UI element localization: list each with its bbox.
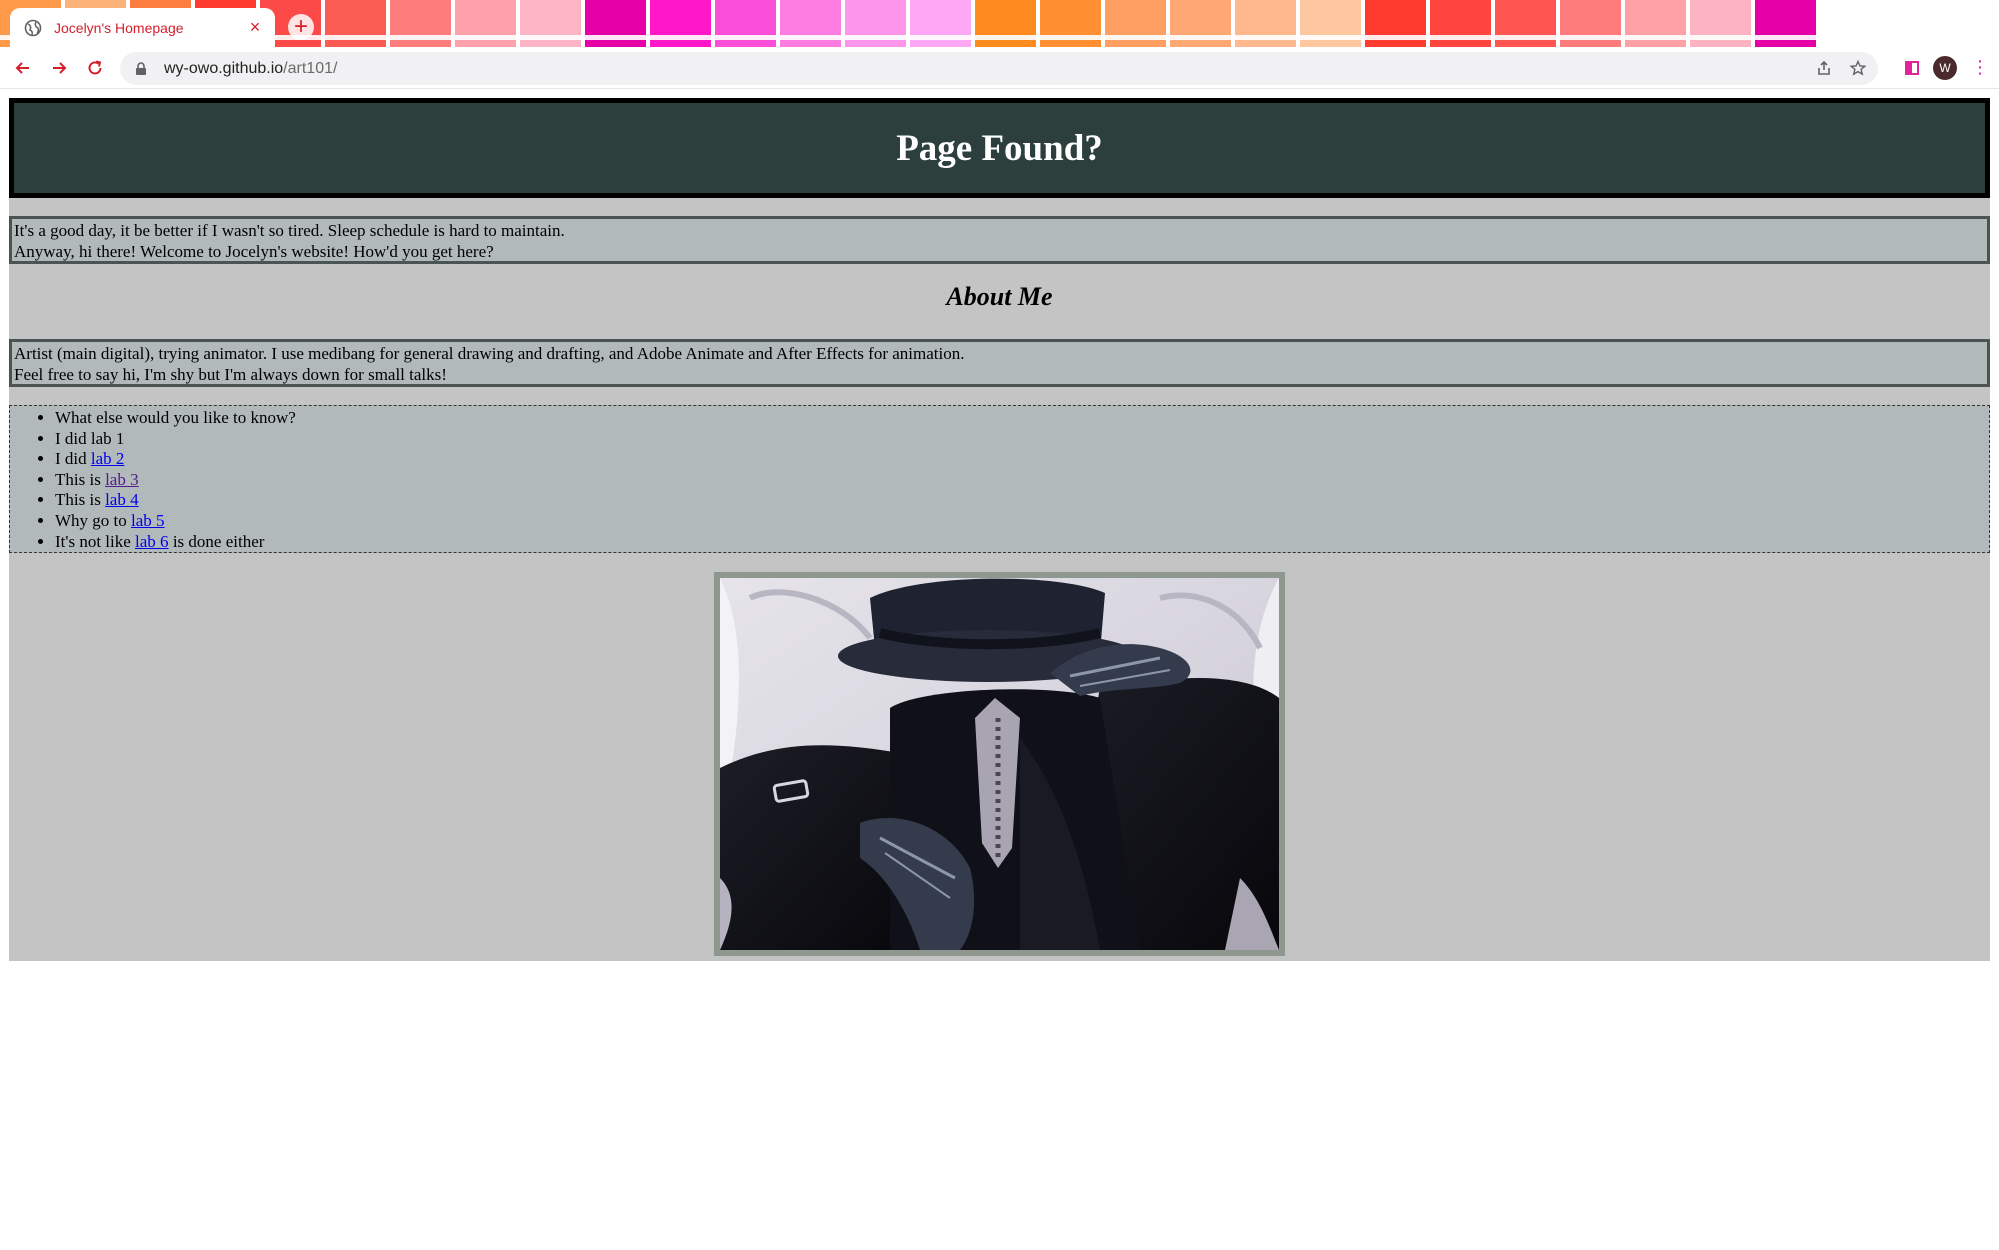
url-path: /art101/: [283, 59, 338, 77]
list-item: This is lab 3: [55, 470, 1989, 491]
about-line-2: Feel free to say hi, I'm shy but I'm alw…: [14, 364, 447, 384]
list-item: This is lab 4: [55, 490, 1989, 511]
theme-swatch: [585, 0, 650, 47]
about-line-1: Artist (main digital), trying animator. …: [14, 344, 965, 363]
about-heading: About Me: [946, 282, 1053, 311]
about-box: Artist (main digital), trying animator. …: [9, 339, 1990, 387]
lab-link[interactable]: lab 5: [131, 511, 165, 530]
page-body: Page Found? It's a good day, it be bette…: [9, 98, 1990, 961]
page-title: Page Found?: [896, 127, 1103, 169]
tab-search-icon[interactable]: ⌄: [1960, 14, 1986, 40]
list-item: Why go to lab 5: [55, 511, 1989, 532]
tab-title: Jocelyn's Homepage: [54, 19, 184, 36]
list-item-text-after: is done either: [168, 531, 265, 551]
theme-swatch: [1625, 0, 1690, 47]
theme-swatch: [1105, 0, 1170, 47]
tab-strip: Jocelyn's Homepage × + ⌄: [0, 0, 1999, 47]
theme-swatch: [1690, 0, 1755, 47]
list-item-text: Why go to: [55, 510, 132, 530]
list-item: I did lab 1: [55, 429, 1989, 450]
intro-box: It's a good day, it be better if I wasn'…: [9, 216, 1990, 264]
lock-icon[interactable]: [134, 61, 148, 76]
theme-swatch: [1300, 0, 1365, 47]
list-item-text: I did: [55, 449, 91, 469]
lab-link[interactable]: lab 4: [105, 490, 139, 509]
back-arrow-icon[interactable]: [10, 55, 36, 81]
address-bar[interactable]: wy-owo.github.io/art101/: [120, 52, 1878, 85]
list-item: What else would you like to know?: [55, 408, 1989, 429]
theme-swatch: [1365, 0, 1430, 47]
list-item: It's not like lab 6 is done either: [55, 532, 1989, 553]
theme-swatch: [325, 0, 390, 47]
forward-arrow-icon[interactable]: [46, 55, 72, 81]
close-tab-icon[interactable]: ×: [247, 17, 263, 38]
reload-icon[interactable]: [82, 55, 108, 81]
theme-swatch: [1495, 0, 1560, 47]
lab-link[interactable]: lab 6: [135, 532, 169, 551]
list-item-text: I did lab 1: [55, 428, 125, 448]
browser-toolbar: wy-owo.github.io/art101/ W ⋮: [0, 47, 1999, 89]
intro-line-2: Anyway, hi there! Welcome to Jocelyn's w…: [14, 241, 494, 261]
lab-link[interactable]: lab 3: [105, 470, 139, 489]
theme-swatch: [1235, 0, 1300, 47]
share-icon[interactable]: [1816, 60, 1832, 80]
theme-swatch: [390, 0, 455, 47]
theme-swatch: [1560, 0, 1625, 47]
intro-line-1: It's a good day, it be better if I wasn'…: [14, 221, 565, 240]
new-tab-button[interactable]: +: [288, 14, 314, 40]
globe-icon: [24, 19, 42, 37]
list-item-text: What else would you like to know?: [55, 408, 296, 427]
theme-swatch: [455, 0, 520, 47]
bookmark-star-icon[interactable]: [1849, 59, 1867, 80]
list-item-text: This is: [55, 469, 106, 489]
theme-swatch: [845, 0, 910, 47]
lab-list: What else would you like to know?I did l…: [10, 408, 1989, 552]
theme-swatch: [780, 0, 845, 47]
lab-list-box: What else would you like to know?I did l…: [9, 405, 1990, 553]
theme-swatch: [520, 0, 585, 47]
list-item: I did lab 2: [55, 449, 1989, 470]
profile-avatar[interactable]: W: [1933, 56, 1957, 80]
theme-swatch: [650, 0, 715, 47]
browser-tab[interactable]: Jocelyn's Homepage ×: [10, 8, 275, 47]
side-panel-icon[interactable]: [1905, 61, 1919, 75]
url-host: wy-owo.github.io: [164, 59, 284, 77]
theme-swatch: [715, 0, 780, 47]
theme-swatch: [1755, 0, 1820, 47]
list-item-text: This is: [55, 490, 106, 510]
theme-swatch: [910, 0, 975, 47]
theme-swatch: [1170, 0, 1235, 47]
list-item-text: It's not like: [55, 531, 136, 551]
theme-swatch: [1430, 0, 1495, 47]
hat-figure-photo: [720, 578, 1279, 950]
theme-swatch: [975, 0, 1040, 47]
lab-link[interactable]: lab 2: [91, 449, 125, 468]
theme-swatch: [1040, 0, 1105, 47]
more-menu-icon[interactable]: ⋮: [1971, 57, 1989, 79]
photo-frame: [714, 572, 1285, 956]
page-header: Page Found?: [9, 98, 1990, 198]
